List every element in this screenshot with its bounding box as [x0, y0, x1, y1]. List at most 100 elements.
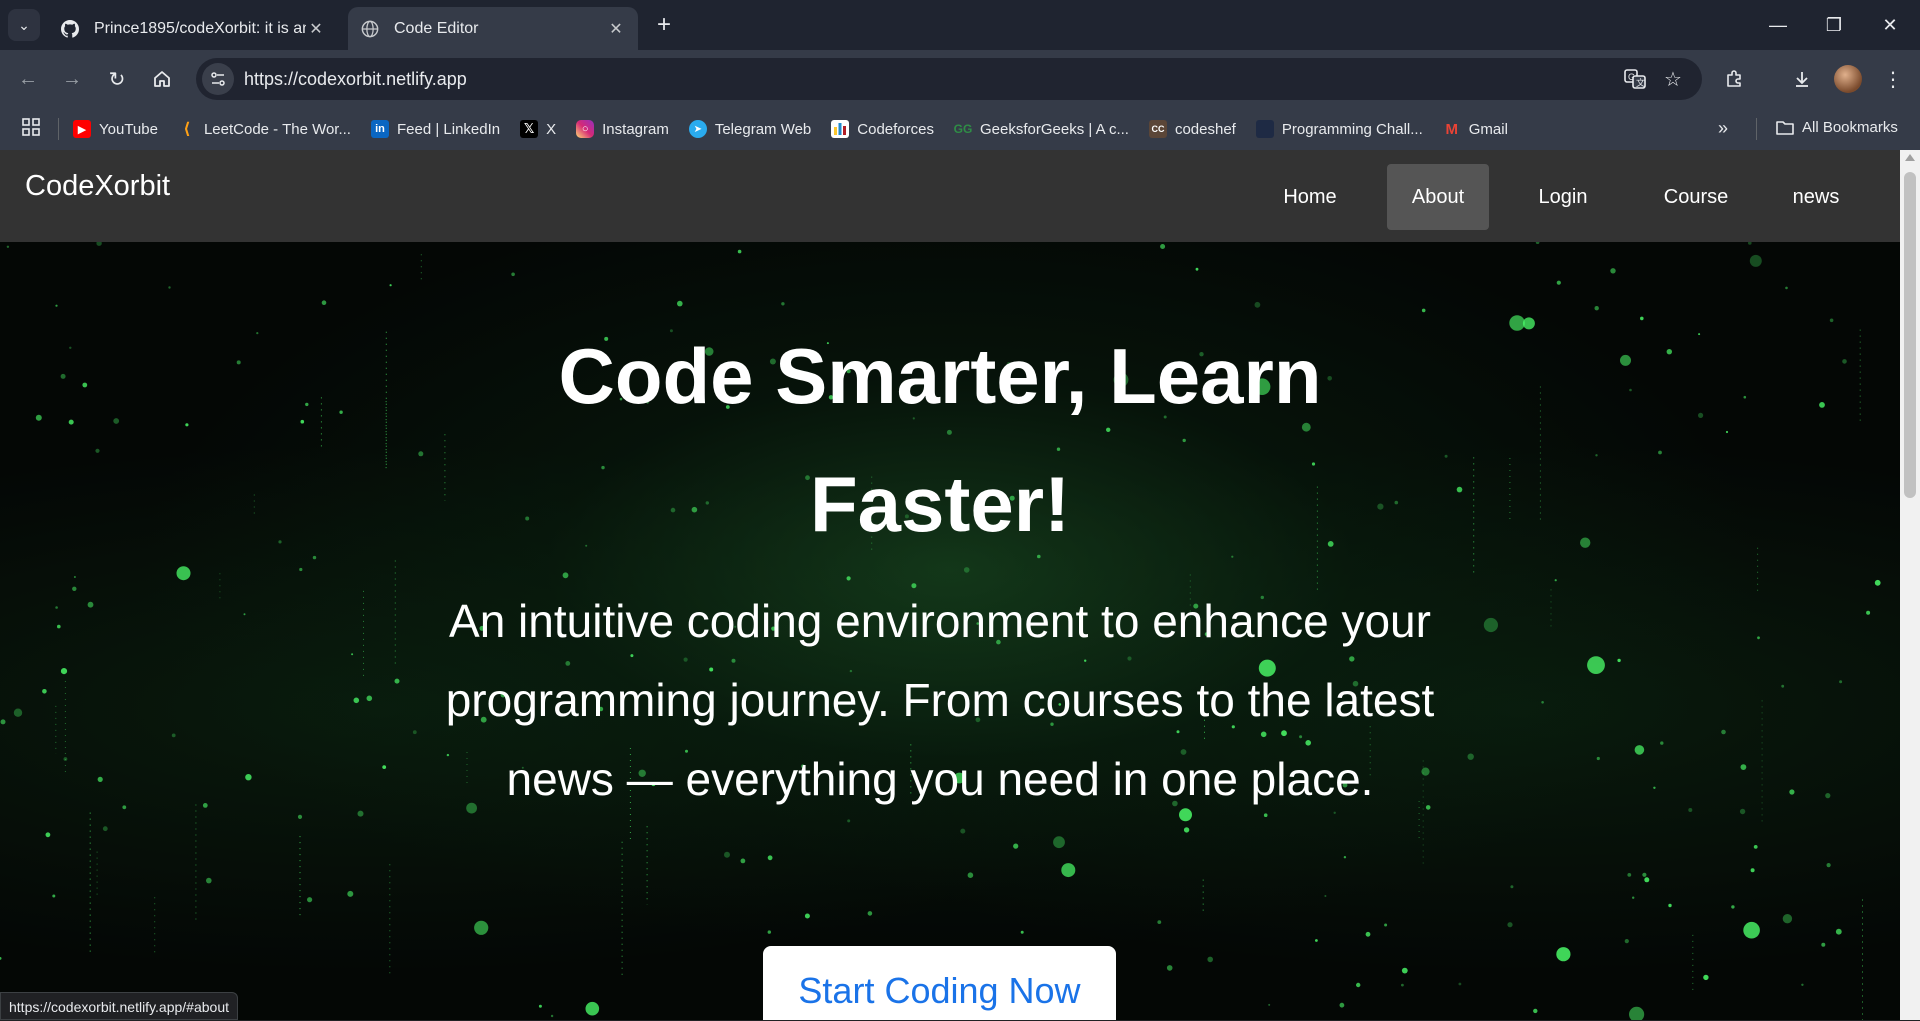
tab-title: Prince1895/codeXorbit: it is an: [94, 19, 306, 37]
matrix-dot: [1757, 636, 1760, 640]
bookmarks-bar: ▶ YouTube ⟨ LeetCode - The Wor... in Feed |…: [0, 108, 1920, 150]
bookmark-programming-challenges[interactable]: Programming Chall...: [1255, 120, 1423, 138]
nav-link-about[interactable]: About: [1387, 164, 1489, 230]
nav-link-news[interactable]: news: [1776, 164, 1856, 230]
nav-link-course[interactable]: Course: [1646, 164, 1746, 230]
url-text[interactable]: https://codexorbit.netlify.app: [244, 69, 467, 90]
back-icon[interactable]: ←: [12, 63, 44, 95]
matrix-dot: [347, 890, 354, 897]
bookmark-telegram[interactable]: ➤ Telegram Web: [688, 120, 811, 138]
new-tab-button[interactable]: +: [650, 11, 678, 39]
matrix-dot: [1866, 610, 1871, 615]
browser-toolbar: ← → ↻ https://codexorbit.netlify.app G文 …: [0, 50, 1920, 108]
close-tab-icon[interactable]: ✕: [606, 19, 626, 39]
svg-text:文: 文: [1636, 77, 1645, 88]
matrix-dot: [1624, 939, 1629, 944]
site-info-icon[interactable]: [202, 63, 234, 95]
matrix-dot: [1595, 454, 1598, 457]
profile-avatar[interactable]: [1834, 65, 1862, 93]
matrix-dot: [1207, 956, 1213, 963]
tab-search-button[interactable]: ⌄: [8, 9, 40, 41]
matrix-dot: [1644, 877, 1650, 883]
matrix-dot: [1629, 1006, 1645, 1020]
matrix-dot: [1522, 317, 1535, 330]
matrix-dot: [122, 805, 127, 810]
matrix-dot: [82, 382, 88, 388]
matrix-dot: [1554, 579, 1557, 582]
matrix-dot: [1753, 845, 1758, 849]
matrix-dot: [1629, 388, 1632, 392]
bookmark-star-icon[interactable]: ☆: [1656, 58, 1690, 100]
matrix-dot: [394, 678, 400, 684]
bookmark-youtube[interactable]: ▶ YouTube: [73, 120, 158, 138]
start-coding-button[interactable]: Start Coding Now: [763, 946, 1116, 1020]
status-bar-url: https://codexorbit.netlify.app/#about: [0, 992, 238, 1020]
matrix-dot: [767, 855, 773, 861]
all-bookmarks-label: All Bookmarks: [1802, 119, 1898, 136]
hero-section: Code Smarter, Learn Faster! An intuitive…: [0, 242, 1900, 1020]
site-navbar: CodeXorbit Home About Login Course news: [0, 150, 1900, 242]
bookmark-label: X: [546, 120, 557, 138]
close-tab-icon[interactable]: ✕: [306, 19, 326, 39]
browser-tab-strip: ⌄ Prince1895/codeXorbit: it is an ✕ Code…: [0, 0, 1920, 50]
bookmark-codeforces[interactable]: Codeforces: [831, 120, 934, 138]
matrix-dot: [724, 851, 730, 858]
bookmark-geeksforgeeks[interactable]: GG GeeksforGeeks | A c...: [954, 120, 1129, 138]
matrix-dot: [1339, 1002, 1345, 1008]
restore-icon[interactable]: ❐: [1806, 0, 1862, 50]
close-window-icon[interactable]: ✕: [1862, 0, 1918, 50]
nav-link-home[interactable]: Home: [1266, 164, 1354, 230]
bookmark-leetcode[interactable]: ⟨ LeetCode - The Wor...: [178, 120, 351, 139]
bookmark-x[interactable]: 𝕏X: [520, 120, 556, 138]
matrix-dot: [1785, 286, 1788, 290]
page-scrollbar[interactable]: [1900, 150, 1920, 1020]
scroll-up-arrow-icon[interactable]: [1905, 154, 1915, 161]
matrix-dot: [1456, 486, 1463, 493]
matrix-dot: [781, 302, 785, 306]
extensions-icon[interactable]: [1718, 63, 1752, 95]
home-icon[interactable]: [146, 63, 178, 95]
address-bar[interactable]: https://codexorbit.netlify.app G文 ☆: [196, 58, 1702, 100]
matrix-dot: [1653, 786, 1656, 789]
matrix-dot: [1874, 579, 1881, 586]
matrix-dot: [171, 733, 176, 738]
matrix-dot: [1801, 983, 1804, 986]
matrix-dot: [1535, 242, 1540, 244]
bookmark-codechef[interactable]: CC codeshef: [1148, 120, 1236, 138]
tab-github[interactable]: Prince1895/codeXorbit: it is an ✕: [48, 7, 338, 50]
gmail-icon: M: [1445, 120, 1459, 138]
bookmark-linkedin[interactable]: in Feed | LinkedIn: [370, 120, 500, 138]
reload-icon[interactable]: ↻: [101, 63, 133, 95]
leetcode-icon: ⟨: [183, 121, 191, 138]
web-page: CodeXorbit Home About Login Course news …: [0, 150, 1900, 1020]
matrix-dot: [87, 601, 94, 608]
folder-icon: [1776, 120, 1794, 136]
translate-icon[interactable]: G文: [1618, 58, 1652, 100]
site-logo[interactable]: CodeXorbit: [25, 170, 170, 203]
matrix-dot: [1587, 656, 1605, 674]
more-bookmarks-icon[interactable]: »: [1718, 118, 1728, 139]
minimize-icon[interactable]: —: [1750, 0, 1806, 50]
apps-grid-icon[interactable]: [22, 117, 40, 141]
bookmark-label: codeshef: [1174, 120, 1236, 138]
matrix-dot: [562, 572, 569, 579]
forward-icon[interactable]: →: [56, 63, 88, 95]
bookmark-instagram[interactable]: ○ Instagram: [576, 120, 669, 138]
nav-link-login[interactable]: Login: [1518, 164, 1608, 230]
matrix-dot: [1743, 921, 1760, 939]
all-bookmarks-button[interactable]: All Bookmarks: [1776, 119, 1898, 136]
hero-subtitle: An intuitive coding environment to enhan…: [445, 595, 1435, 805]
matrix-dot: [1789, 789, 1795, 795]
x-icon: 𝕏: [520, 120, 539, 138]
matrix-dot: [299, 567, 303, 572]
codeforces-icon: [831, 120, 850, 138]
download-icon[interactable]: [1785, 63, 1819, 95]
browser-menu-icon[interactable]: ⋮: [1876, 63, 1910, 95]
scrollbar-thumb[interactable]: [1904, 172, 1916, 498]
matrix-dot: [176, 566, 191, 581]
linkedin-icon: in: [370, 120, 389, 138]
bookmark-gmail[interactable]: M Gmail: [1443, 120, 1508, 138]
matrix-dot: [1166, 965, 1173, 971]
tab-code-editor[interactable]: Code Editor ✕: [348, 7, 638, 50]
bookmark-label: Codeforces: [857, 120, 934, 138]
